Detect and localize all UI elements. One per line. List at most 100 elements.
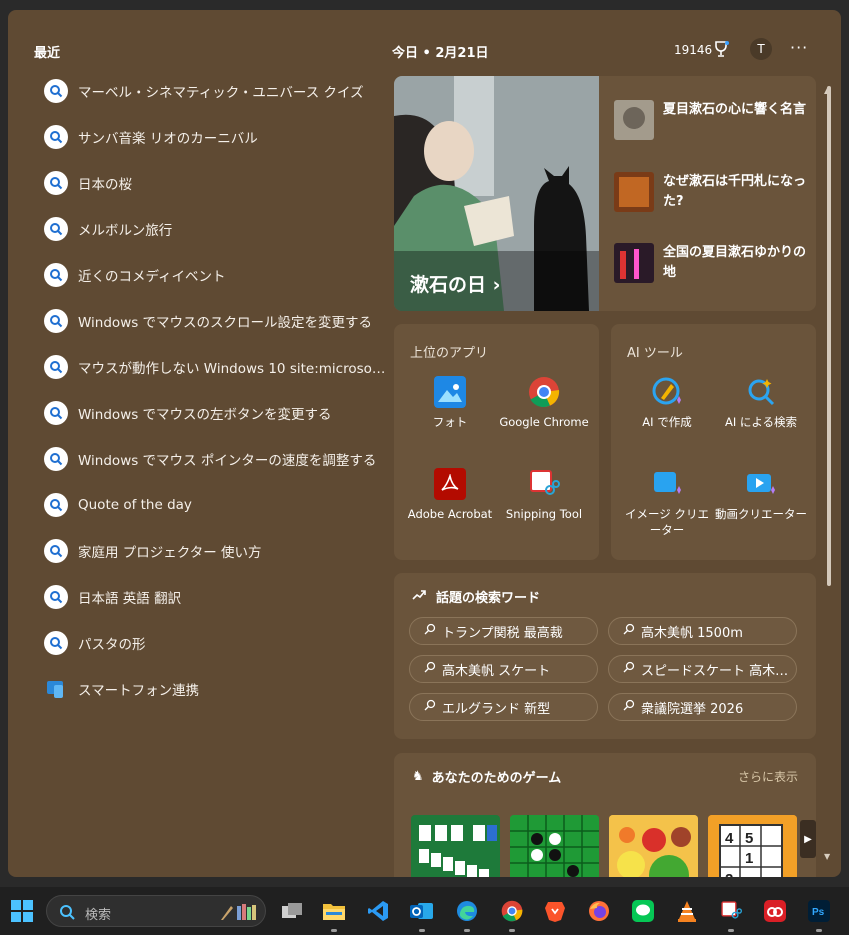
search-icon: [623, 661, 635, 677]
recent-item-label: 日本の桜: [78, 177, 132, 193]
avatar[interactable]: T: [750, 38, 772, 60]
trending-chip[interactable]: 高木美帆 スケート: [409, 655, 598, 683]
recent-item-label: 日本語 英語 翻訳: [78, 591, 182, 607]
search-icon: [44, 401, 68, 425]
running-indicator: [419, 929, 425, 932]
search-icon: [44, 585, 68, 609]
search-icon: [623, 699, 635, 715]
story-thumbnail: [614, 172, 654, 212]
chrome-icon: [528, 376, 560, 408]
app-chrome[interactable]: Google Chrome: [498, 376, 590, 430]
search-icon: [44, 447, 68, 471]
story-title: なぜ漱石は千円札になった?: [663, 174, 807, 209]
creative-cloud-icon[interactable]: [763, 899, 787, 923]
sudoku-digit: 2: [725, 871, 733, 877]
sudoku-digit: 4: [725, 830, 734, 847]
vlc-icon[interactable]: [675, 899, 699, 923]
search-icon: [44, 539, 68, 563]
recent-item[interactable]: 日本の桜: [44, 160, 389, 206]
chevron-right-icon: ▶: [804, 833, 812, 845]
search-icon: [59, 904, 75, 924]
recent-item[interactable]: Quote of the day: [44, 482, 389, 528]
edge-icon[interactable]: [455, 899, 479, 923]
photoshop-icon[interactable]: Ps: [807, 899, 831, 923]
rewards-trophy-icon[interactable]: [712, 40, 730, 62]
news-story[interactable]: なぜ漱石は千円札になった?: [614, 172, 813, 212]
firefox-icon[interactable]: [587, 899, 611, 923]
chevron-right-icon: ›: [492, 274, 501, 296]
line-icon[interactable]: [631, 899, 655, 923]
chip-label: 高木美帆 スケート: [442, 663, 551, 679]
running-indicator: [331, 929, 337, 932]
snipping-tool-icon: [528, 468, 560, 500]
running-indicator: [728, 929, 734, 932]
games-title: あなたのためのゲーム: [431, 771, 562, 786]
trending-chip[interactable]: 衆議院選挙 2026: [608, 693, 797, 721]
news-story[interactable]: 全国の夏目漱石ゆかりの地: [614, 243, 813, 283]
recent-item[interactable]: 家庭用 プロジェクター 使い方: [44, 528, 389, 574]
recent-item[interactable]: メルボルン旅行: [44, 206, 389, 252]
recent-item[interactable]: 近くのコメディイベント: [44, 252, 389, 298]
recent-item[interactable]: マウスが動作しない Windows 10 site:microsoft.com: [44, 344, 389, 390]
recent-item[interactable]: Windows でマウス ポインターの速度を調整する: [44, 436, 389, 482]
recent-item-label: パスタの形: [78, 637, 146, 653]
more-options-button[interactable]: ···: [790, 38, 808, 57]
ai-tool-create[interactable]: AI で作成: [621, 376, 713, 430]
games-header: ♞ あなたのためのゲーム: [412, 767, 561, 786]
reversi-thumbnail: [510, 815, 599, 877]
ai-tool-image-creator[interactable]: イメージ クリエーター: [621, 468, 713, 538]
app-label: フォト: [432, 415, 468, 429]
app-photos[interactable]: フォト: [404, 376, 496, 430]
chip-label: スピードスケート 高木美帆: [641, 663, 791, 679]
recent-item[interactable]: Windows でマウスの左ボタンを変更する: [44, 390, 389, 436]
recent-item[interactable]: サンバ音楽 リオのカーニバル: [44, 114, 389, 160]
widgets-panel: 最近 マーベル・シネマティック・ユニバース クイズ サンバ音楽 リオのカーニバル…: [8, 10, 841, 877]
app-snipping-tool[interactable]: Snipping Tool: [498, 468, 590, 522]
search-icon: [44, 355, 68, 379]
recent-item[interactable]: パスタの形: [44, 620, 389, 666]
scroll-down-arrow[interactable]: ▼: [824, 852, 830, 861]
svg-text:Ps: Ps: [812, 907, 825, 918]
trending-chip[interactable]: スピードスケート 高木美帆: [608, 655, 797, 683]
rewards-points[interactable]: 19146: [674, 43, 712, 57]
ai-tool-search[interactable]: AI による検索: [715, 376, 807, 430]
vscode-icon[interactable]: [366, 899, 390, 923]
trending-chip[interactable]: トランプ関税 最高裁: [409, 617, 598, 645]
trending-chip[interactable]: エルグランド 新型: [409, 693, 598, 721]
game-reversi[interactable]: [510, 815, 599, 877]
file-explorer-icon[interactable]: [322, 899, 346, 923]
outlook-icon[interactable]: [410, 899, 434, 923]
start-button[interactable]: [10, 899, 34, 923]
search-icon: [424, 661, 436, 677]
recent-item[interactable]: スマートフォン連携: [44, 666, 389, 712]
chrome-icon[interactable]: [500, 899, 524, 923]
taskbar-search[interactable]: 検索: [46, 895, 266, 927]
scrollbar-thumb[interactable]: [827, 86, 831, 586]
recent-item[interactable]: Windows でマウスのスクロール設定を変更する: [44, 298, 389, 344]
recent-item-label: メルボルン旅行: [78, 223, 173, 239]
games-next-button[interactable]: ▶: [800, 820, 816, 858]
recent-item[interactable]: マーベル・シネマティック・ユニバース クイズ: [44, 68, 389, 114]
ai-tool-label: AI で作成: [642, 415, 692, 429]
task-view-icon[interactable]: [280, 899, 304, 923]
app-label: Google Chrome: [499, 415, 589, 429]
games-more-link[interactable]: さらに表示: [738, 768, 798, 785]
running-indicator: [509, 929, 515, 932]
recent-item-label: マーベル・シネマティック・ユニバース クイズ: [78, 85, 364, 101]
news-card[interactable]: 漱石の日 › 夏目漱石の心に響く名言 なぜ漱石は千円札になった? 全国の夏目漱石…: [394, 76, 816, 311]
recent-item[interactable]: 日本語 英語 翻訳: [44, 574, 389, 620]
ai-tools-title: AI ツール: [627, 346, 683, 361]
game-solitaire[interactable]: [411, 815, 500, 877]
app-label: Snipping Tool: [505, 507, 583, 521]
story-thumbnail: [614, 243, 654, 283]
news-caption[interactable]: 漱石の日 ›: [410, 270, 500, 297]
ai-tool-video-creator[interactable]: 動画クリエーター: [715, 468, 807, 522]
game-sudoku[interactable]: 4 5 1 2: [708, 815, 797, 877]
news-story[interactable]: 夏目漱石の心に響く名言: [614, 100, 813, 140]
snipping-tool-icon[interactable]: [719, 899, 743, 923]
app-acrobat[interactable]: Adobe Acrobat: [404, 468, 496, 522]
sudoku-digit: 5: [745, 830, 753, 847]
trending-chip[interactable]: 高木美帆 1500m: [608, 617, 797, 645]
brave-icon[interactable]: [543, 899, 567, 923]
game-fruit-merge[interactable]: [609, 815, 698, 877]
